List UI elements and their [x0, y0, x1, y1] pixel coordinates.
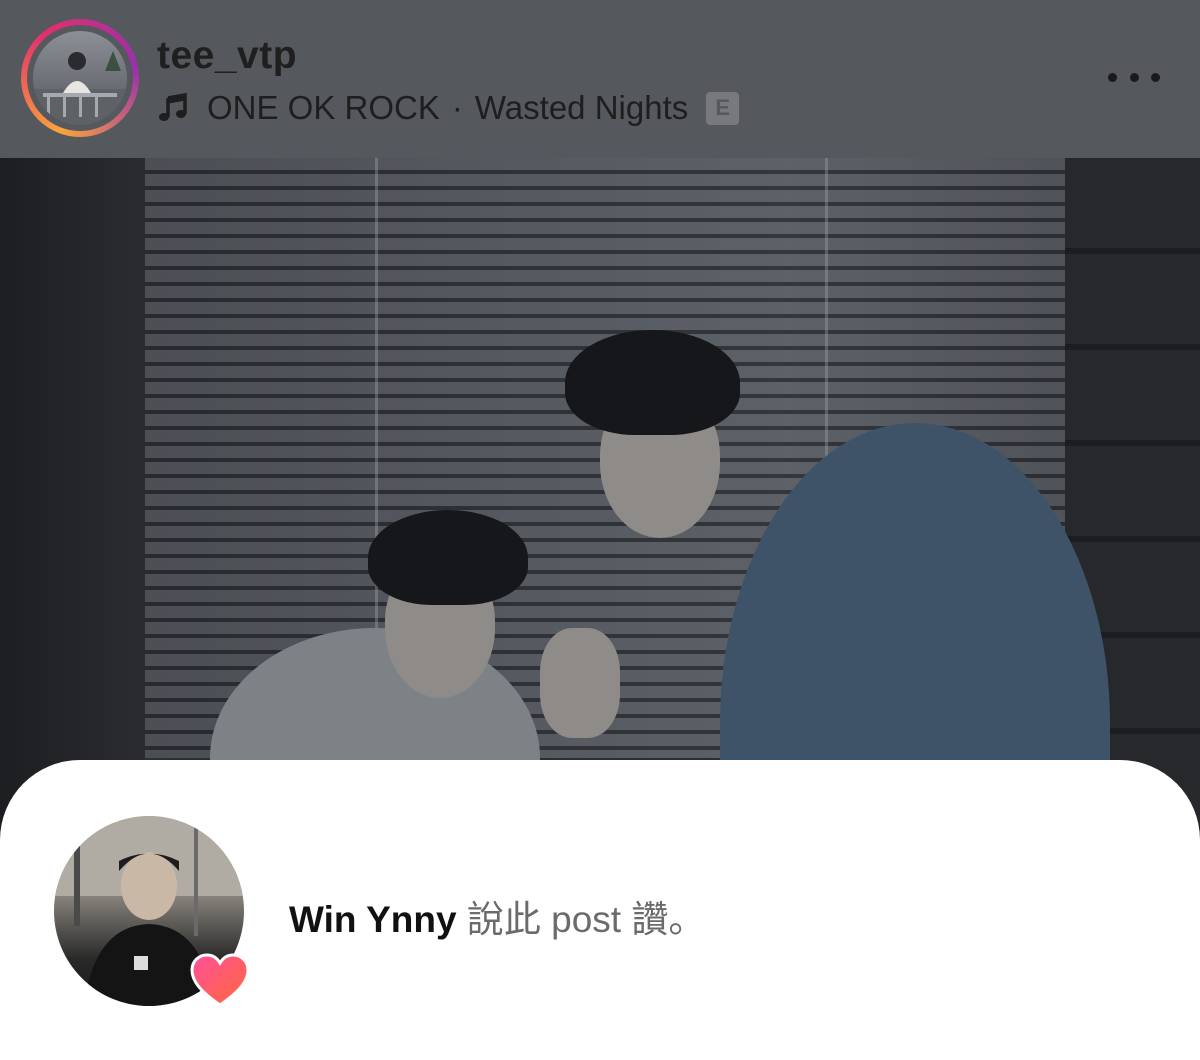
- music-artist: ONE OK ROCK: [207, 89, 440, 126]
- explicit-badge: E: [706, 91, 740, 125]
- photo-hands: [540, 628, 620, 738]
- more-dot: [1151, 72, 1160, 82]
- avatar[interactable]: [33, 31, 127, 125]
- post-header: tee_vtp ONE OK ROCK · Wasted Nights E: [0, 0, 1200, 158]
- music-separator: ·: [451, 89, 463, 126]
- avatar-image: [33, 51, 127, 125]
- photo-hair: [368, 510, 528, 605]
- story-ring[interactable]: [21, 19, 139, 137]
- photo-hair: [565, 330, 740, 435]
- like-message: Win Ynny 說此 post 讚。: [289, 889, 705, 943]
- more-options-icon[interactable]: [1108, 62, 1160, 92]
- like-message-text: 說此 post 讚。: [456, 899, 706, 940]
- liker-name[interactable]: Win Ynny: [289, 899, 457, 940]
- music-attribution[interactable]: ONE OK ROCK · Wasted Nights E: [157, 86, 740, 130]
- username[interactable]: tee_vtp: [157, 34, 297, 78]
- avatar-border: [27, 25, 133, 131]
- like-notification-sheet: Win Ynny 說此 post 讚。: [0, 760, 1200, 1060]
- more-dot: [1108, 72, 1117, 82]
- more-dot: [1129, 72, 1139, 82]
- music-track: Wasted Nights: [474, 89, 689, 126]
- heart-icon: [190, 953, 250, 1009]
- music-note-icon: [159, 92, 187, 121]
